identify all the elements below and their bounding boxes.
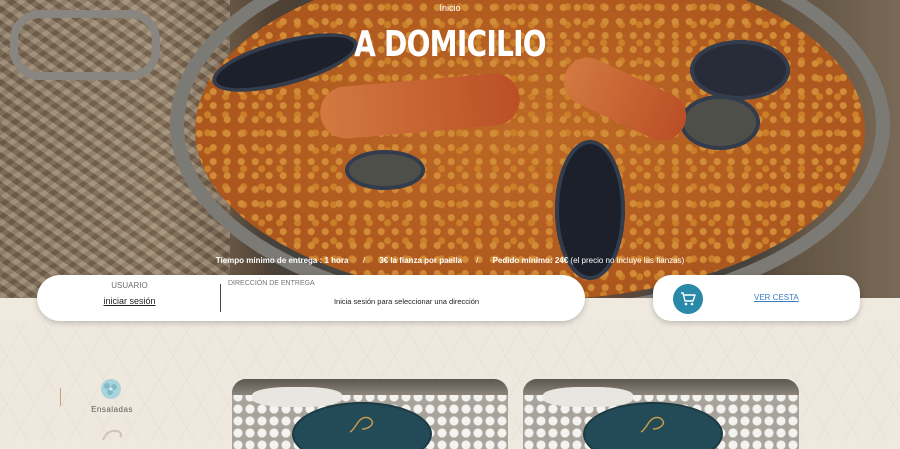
delivery-info: Tiempo mínimo de entrega : 1 hora / 3€ l… [0,256,900,265]
login-link[interactable]: iniciar sesión [37,296,222,306]
page-title: A DOMICILIO [354,24,547,65]
category-indicator [60,388,61,406]
divider [220,284,221,312]
cart-icon[interactable] [673,284,703,314]
delivery-time-text: Tiempo mínimo de entrega : 1 hora [215,256,349,265]
category-icon[interactable] [100,428,126,442]
min-order-text: Pedido mínimo: 24€ [492,256,569,265]
salad-icon [101,379,121,399]
min-order-note: (el precio no incluye las fianzas) [570,256,685,265]
cart-card: VER CESTA [653,275,860,321]
address-message: Inicia sesión para seleccionar una direc… [333,297,480,306]
user-column: USUARIO iniciar sesión [37,275,222,321]
product-card[interactable] [232,379,508,449]
breadcrumb-home-link[interactable]: Inicio [439,3,460,13]
hero-banner: Inicio A DOMICILIO Tiempo mínimo de entr… [0,0,900,298]
info-separator: / [362,256,365,265]
view-cart-link[interactable]: VER CESTA [754,293,799,302]
product-card[interactable] [523,379,799,449]
address-label: DIRECCIÓN DE ENTREGA [228,280,315,287]
info-separator: / [476,256,479,265]
user-label: USUARIO [111,281,148,290]
address-column[interactable]: DIRECCIÓN DE ENTREGA Inicia sesión para … [228,275,585,321]
category-label: Ensaladas [91,405,133,414]
delivery-address-card: USUARIO iniciar sesión DIRECCIÓN DE ENTR… [37,275,585,321]
breadcrumb[interactable]: Inicio [0,3,900,13]
deposit-text: 3€ la fianza por paella [379,256,462,265]
